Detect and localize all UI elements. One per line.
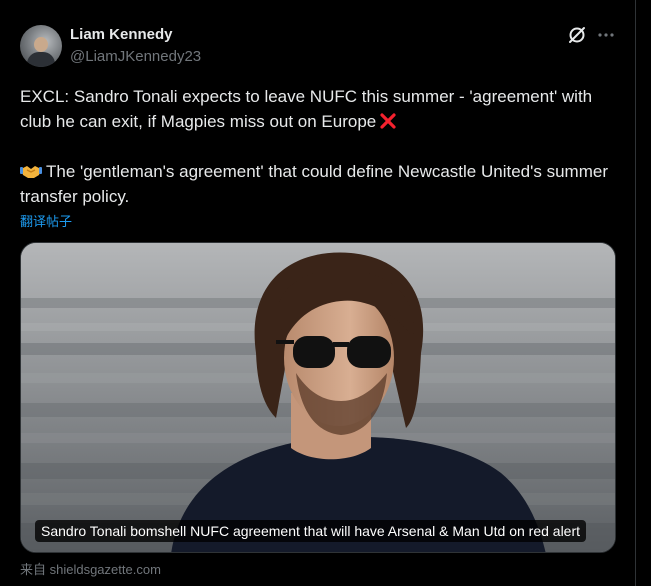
link-card-media[interactable]: Sandro Tonali bomshell NUFC agreement th… xyxy=(20,242,616,553)
tweet-body: EXCL: Sandro Tonali expects to leave NUF… xyxy=(20,84,620,209)
avatar[interactable] xyxy=(20,25,62,67)
tweet-paragraph-2: The 'gentleman's agreement' that could d… xyxy=(20,159,620,209)
handshake-emoji-icon xyxy=(20,161,42,178)
tweet-line-2: The 'gentleman's agreement' that could d… xyxy=(20,162,608,206)
link-source-domain[interactable]: 来自 shieldsgazette.com xyxy=(20,559,161,578)
more-horizontal-icon[interactable] xyxy=(595,24,617,46)
author-handle[interactable]: @LiamJKennedy23 xyxy=(70,48,201,65)
article-photo xyxy=(21,243,615,552)
author-display-name[interactable]: Liam Kennedy xyxy=(70,26,173,43)
cross-mark-emoji-icon xyxy=(379,112,397,130)
tweet-paragraph-1: EXCL: Sandro Tonali expects to leave NUF… xyxy=(20,84,620,134)
grok-icon[interactable] xyxy=(566,24,588,46)
avatar-head xyxy=(34,37,48,52)
tweet-line-1: EXCL: Sandro Tonali expects to leave NUF… xyxy=(20,87,593,131)
avatar-body xyxy=(27,52,55,67)
translate-post-link[interactable]: 翻译帖子 xyxy=(20,211,72,230)
tweet-card: Liam Kennedy @LiamJKennedy23 EXCL: Sandr… xyxy=(0,0,636,586)
link-card-title[interactable]: Sandro Tonali bomshell NUFC agreement th… xyxy=(35,520,587,542)
